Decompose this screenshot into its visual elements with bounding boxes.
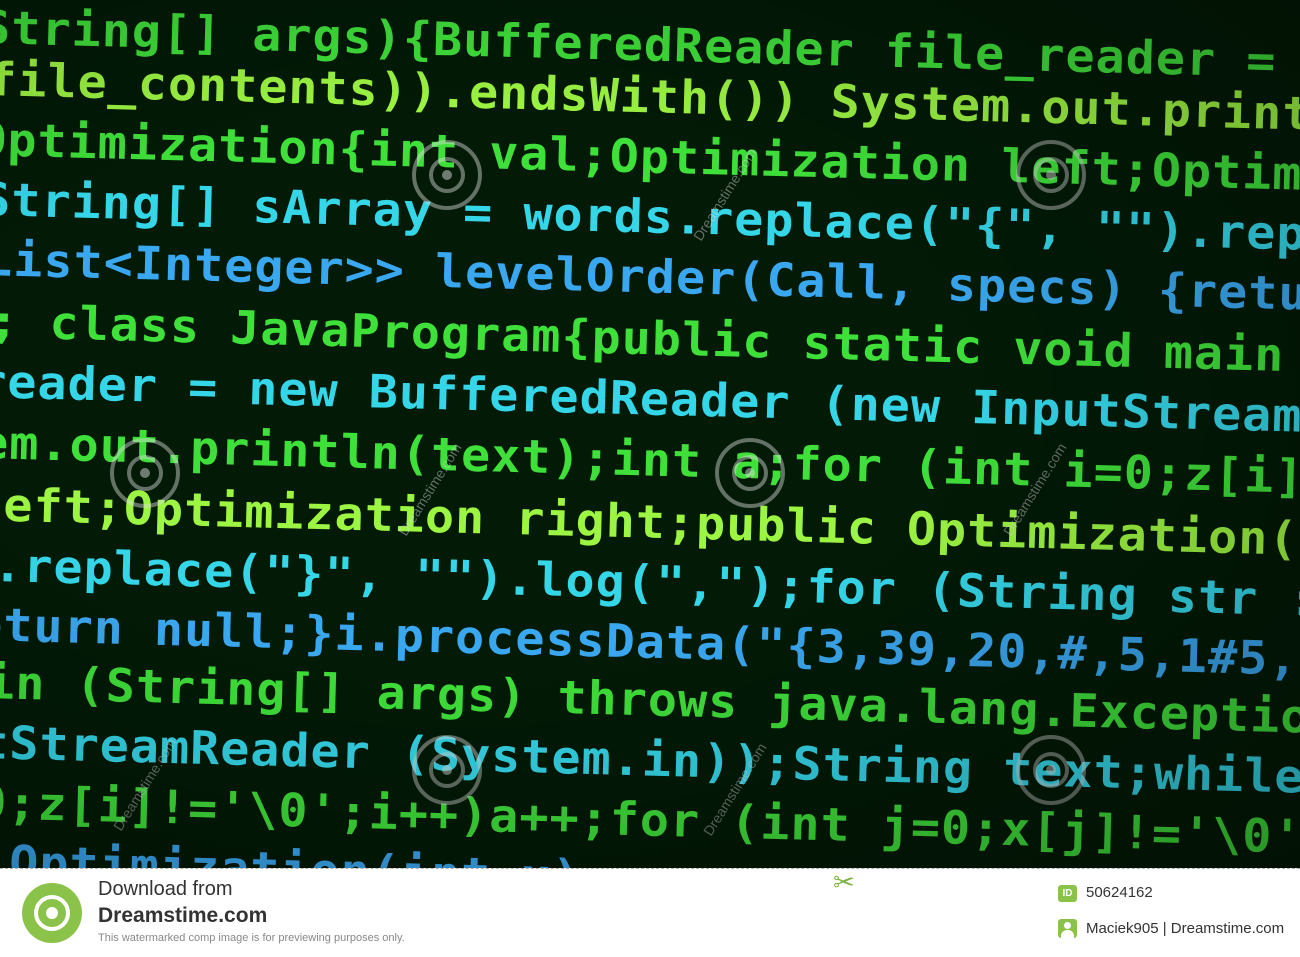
dreamstime-logo-icon [22,883,82,943]
watermark-logo-icon [715,438,785,508]
scissors-icon: ✂ [833,867,855,897]
watermark-logo-icon [1016,140,1086,210]
author-credit[interactable]: Maciek905 | Dreamstime.com [1086,920,1284,937]
image-id: 50624162 [1086,884,1153,901]
code-photo: String[] args){BufferedReader file_reade… [0,0,1300,868]
watermark-logo-icon [412,140,482,210]
id-badge-icon: ID [1058,885,1077,902]
preview-note: This watermarked comp image is for previ… [98,932,405,944]
watermark-logo-icon [412,735,482,805]
watermark-logo-icon [1016,735,1086,805]
site-name-label[interactable]: Dreamstime.com [98,904,267,928]
download-from-label: Download from [98,878,233,900]
user-icon [1058,919,1077,938]
download-footer: Download from Dreamstime.com This waterm… [0,868,1300,957]
watermark-logo-icon [110,438,180,508]
